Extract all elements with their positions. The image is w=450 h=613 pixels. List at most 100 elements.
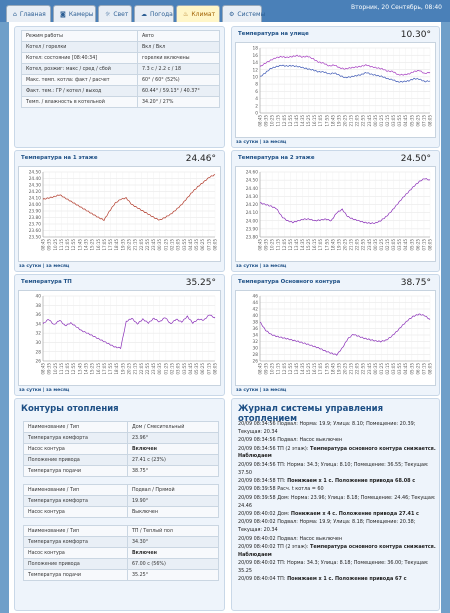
x-tick-label: 00:35 <box>373 363 378 375</box>
tab-systems[interactable]: ⚙ Системы <box>222 5 265 22</box>
contour-value: 27.41 с (23%) <box>127 454 219 466</box>
y-tick-label: 23.80 <box>246 235 259 241</box>
y-tick-label: 24.40 <box>29 176 42 182</box>
contour-table: Наименование / Тип Подвал / Прямой Темпера… <box>23 484 219 518</box>
y-tick-label: 24.20 <box>246 202 259 208</box>
x-tick-label: 16:15 <box>312 363 317 375</box>
contour-value: ТП / Теплый пол <box>127 525 219 537</box>
entry-time: 20/09 08:34:58 <box>238 477 276 484</box>
current-temperature: 38.75° <box>400 278 431 288</box>
tab-home[interactable]: ⌂ Главная <box>6 5 51 22</box>
x-tick-label: 05:35 <box>409 115 414 127</box>
link-month[interactable]: за месяц <box>46 264 69 269</box>
x-tick-label: 07:15 <box>206 239 211 251</box>
x-tick-label: 20:25 <box>127 239 132 251</box>
x-tick-label: 03:05 <box>391 239 396 251</box>
x-tick-label: 12:05 <box>282 239 287 251</box>
x-tick-label: 06:25 <box>415 363 420 375</box>
link-month[interactable]: за месяц <box>263 388 286 393</box>
x-tick-label: 11:15 <box>276 363 281 375</box>
tab-cameras[interactable]: ◙ Камеры <box>53 5 96 22</box>
x-tick-label: 19:35 <box>336 115 341 127</box>
status-value: 60° / 60° (52%) <box>137 74 220 86</box>
current-temperature: 24.50° <box>400 154 431 164</box>
x-tick-label: 15:25 <box>306 239 311 251</box>
contour-label: Температура комфорта <box>23 432 128 444</box>
journal-entry: 20/09 08:40:02 Подвал: Норма: 19.9; Улиц… <box>238 519 436 535</box>
status-value: горелки включены <box>137 52 220 64</box>
heating-journal-panel: Журнал системы управления отоплением 20/… <box>231 398 440 611</box>
journal-entry: 20/09 08:34:56 Подвал: Насос выключен <box>238 437 436 445</box>
x-tick-label: 20:25 <box>127 363 132 375</box>
chart-title: Температура на улице <box>238 31 309 37</box>
tab-light[interactable]: ☼ Свет <box>98 5 132 22</box>
x-tick-label: 22:55 <box>145 363 150 375</box>
contour-row: Положение привода 67.00 с (56%) <box>23 558 219 570</box>
contour-label: Температура комфорта <box>23 536 128 548</box>
entry-text: Подвал: Насос выключен <box>277 437 343 444</box>
link-day[interactable]: за сутки <box>19 388 41 393</box>
y-tick-label: 44 <box>253 300 259 306</box>
x-tick-label: 15:25 <box>306 363 311 375</box>
x-tick-label: 19:35 <box>120 363 125 375</box>
x-tick-label: 16:15 <box>312 115 317 127</box>
link-month[interactable]: за месяц <box>263 140 286 145</box>
x-tick-label: 15:25 <box>90 239 95 251</box>
status-label: Котел / горелки <box>21 41 138 53</box>
status-row: Котел: состояние [08:40:34] горелки включ… <box>21 52 220 64</box>
x-tick-label: 06:25 <box>415 115 420 127</box>
link-day[interactable]: за сутки <box>236 264 258 269</box>
x-tick-label: 02:15 <box>385 363 390 375</box>
x-tick-label: 22:55 <box>361 115 366 127</box>
tab-climate[interactable]: ♨ Климат <box>176 5 220 22</box>
x-tick-label: 05:35 <box>409 239 414 251</box>
link-day[interactable]: за сутки <box>19 264 41 269</box>
top-navigation-bar: ⌂ Главная ◙ Камеры ☼ Свет ☁ Погода ♨ Климат ⚙… <box>0 0 450 22</box>
entry-time: 20/09 08:39:58 <box>238 486 276 493</box>
contour-label: Наименование / Тип <box>23 525 128 537</box>
x-tick-label: 23:45 <box>367 115 372 127</box>
chart-title: Температура на 2 этаже <box>238 155 315 161</box>
link-day[interactable]: за сутки <box>236 388 258 393</box>
chart-panel-underfloor: Температура ТП 35.25° 40 38 36 34 32 30 28 26 08… <box>14 274 225 396</box>
x-tick-label: 17:55 <box>108 239 113 251</box>
y-tick-label: 36 <box>36 312 42 318</box>
x-tick-label: 03:55 <box>397 363 402 375</box>
x-tick-label: 22:05 <box>139 363 144 375</box>
contour-value: 67.00 с (56%) <box>127 558 219 570</box>
x-tick-label: 17:05 <box>318 363 323 375</box>
y-tick-label: 32 <box>253 339 259 345</box>
x-tick-label: 07:15 <box>421 363 426 375</box>
x-tick-label: 20:25 <box>343 115 348 127</box>
link-month[interactable]: за месяц <box>263 264 286 269</box>
x-tick-label: 00:35 <box>157 239 162 251</box>
journal-entry: 20/09 08:40:02 ТП (2 этаж): Температура … <box>238 544 436 560</box>
main-circuit-temperature-chart: 464442403836343230282608:45 09:35 10:25 11:… <box>253 294 433 375</box>
x-tick-label: 23:45 <box>151 363 156 375</box>
contour-row: Температура комфорта 19.90° <box>23 495 219 507</box>
journal-entry: 20/09 08:39:58 Дом: Норма: 23.96; Улица:… <box>238 495 436 511</box>
x-tick-label: 12:05 <box>65 363 70 375</box>
entry-time: 20/09 08:34:56 <box>238 421 276 427</box>
entry-text: Расч. t котла = 60 <box>277 486 324 493</box>
contour-row: Положение привода 27.41 с (23%) <box>23 454 219 466</box>
y-tick-label: 28 <box>253 352 259 358</box>
entry-highlight: Понижаем х 1 с. Положение привода 68.08 … <box>287 477 416 484</box>
x-tick-label: 01:25 <box>163 239 168 251</box>
x-tick-label: 09:35 <box>264 239 269 251</box>
current-temperature: 10.30° <box>400 30 431 40</box>
current-temperature: 24.46° <box>185 154 216 164</box>
tab-weather[interactable]: ☁ Погода <box>134 5 174 22</box>
entry-time: 20/09 08:40:02 <box>238 535 276 542</box>
x-tick-label: 08:05 <box>213 239 218 251</box>
x-tick-label: 21:15 <box>133 239 138 251</box>
x-tick-label: 18:45 <box>330 115 335 127</box>
x-tick-label: 04:45 <box>403 239 408 251</box>
status-row: Котел, розжиг: макс / сред / сбой 7.3 с /… <box>21 63 220 75</box>
link-day[interactable]: за сутки <box>236 140 258 145</box>
entry-time: 20/09 08:39:58 <box>238 494 276 501</box>
x-tick-label: 12:55 <box>71 239 76 251</box>
x-tick-label: 16:15 <box>96 239 101 251</box>
x-tick-label: 08:45 <box>258 363 263 375</box>
link-month[interactable]: за месяц <box>46 388 69 393</box>
